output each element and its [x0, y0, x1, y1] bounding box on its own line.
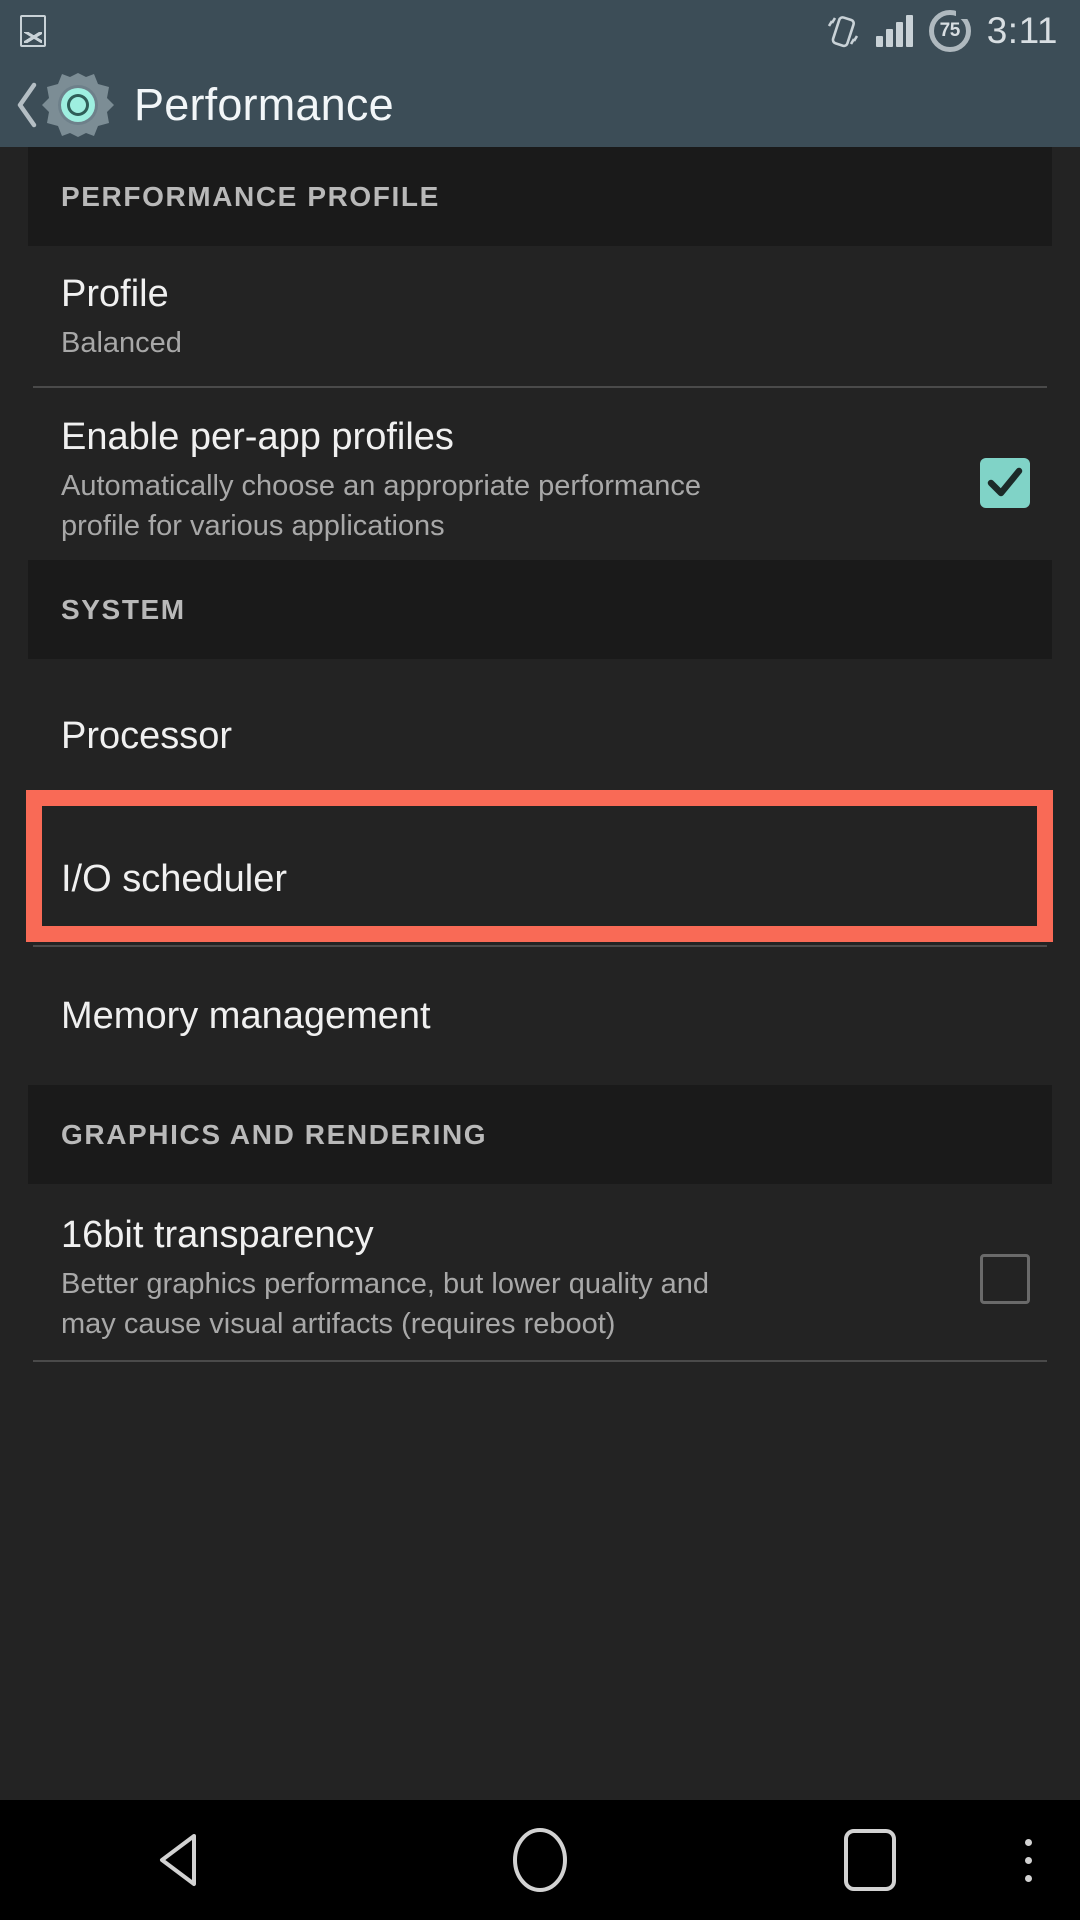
nav-home-button[interactable] — [360, 1800, 720, 1920]
list-item-title: Processor — [61, 714, 233, 757]
list-item-title: Memory management — [61, 994, 431, 1037]
gallery-icon — [20, 15, 46, 47]
gear-icon[interactable] — [40, 67, 116, 143]
section-header-performance-profile: PERFORMANCE PROFILE — [28, 147, 1052, 246]
checkbox-16bit-transparency[interactable] — [980, 1254, 1030, 1304]
list-item-profile[interactable]: Profile Balanced — [0, 246, 1080, 386]
list-item-subtitle: Automatically choose an appropriate perf… — [61, 470, 701, 542]
status-bar-left — [20, 15, 46, 47]
battery-icon: 75 — [928, 9, 971, 52]
navigation-bar — [0, 1800, 1080, 1920]
list-item-title: Profile — [61, 273, 169, 315]
list-item-title: Enable per-app profiles — [61, 416, 454, 458]
back-button[interactable] — [10, 74, 44, 136]
status-bar-right: 75 3:11 — [826, 9, 1058, 52]
section-header-system: SYSTEM — [28, 560, 1052, 659]
list-item-16bit-transparency[interactable]: 16bit transparency Better graphics perfo… — [0, 1184, 1080, 1360]
list-item-title: 16bit transparency — [61, 1214, 374, 1256]
list-item-subtitle: Balanced — [61, 327, 182, 360]
list-item-subtitle: Better graphics performance, but lower q… — [61, 1268, 710, 1340]
nav-recents-button[interactable] — [720, 1800, 1020, 1920]
list-item-processor[interactable]: Processor — [0, 659, 1080, 813]
checkbox-enable-per-app-profiles[interactable] — [980, 458, 1030, 508]
section-header-label: PERFORMANCE PROFILE — [61, 180, 440, 212]
section-header-label: GRAPHICS AND RENDERING — [61, 1118, 488, 1150]
settings-list: PERFORMANCE PROFILE Profile Balanced Ena… — [0, 147, 1080, 1800]
divider — [33, 1360, 1047, 1362]
section-header-graphics-and-rendering: GRAPHICS AND RENDERING — [28, 1085, 1052, 1184]
clock-label: 3:11 — [986, 10, 1058, 51]
section-header-label: SYSTEM — [61, 593, 186, 625]
overflow-menu-icon[interactable] — [998, 1800, 1058, 1920]
vibrate-icon — [826, 12, 860, 50]
list-item-io-scheduler[interactable]: I/O scheduler — [0, 813, 1080, 945]
list-item-enable-per-app-profiles[interactable]: Enable per-app profiles Automatically ch… — [0, 388, 1080, 560]
signal-icon — [875, 15, 913, 47]
status-bar: 75 3:11 — [0, 0, 1080, 62]
list-item-memory-management[interactable]: Memory management — [0, 947, 1080, 1085]
app-bar: Performance — [0, 62, 1080, 147]
nav-back-button[interactable] — [0, 1800, 360, 1920]
page-title: Performance — [134, 78, 394, 130]
list-item-title: I/O scheduler — [61, 857, 287, 900]
battery-level-label: 75 — [939, 20, 961, 41]
